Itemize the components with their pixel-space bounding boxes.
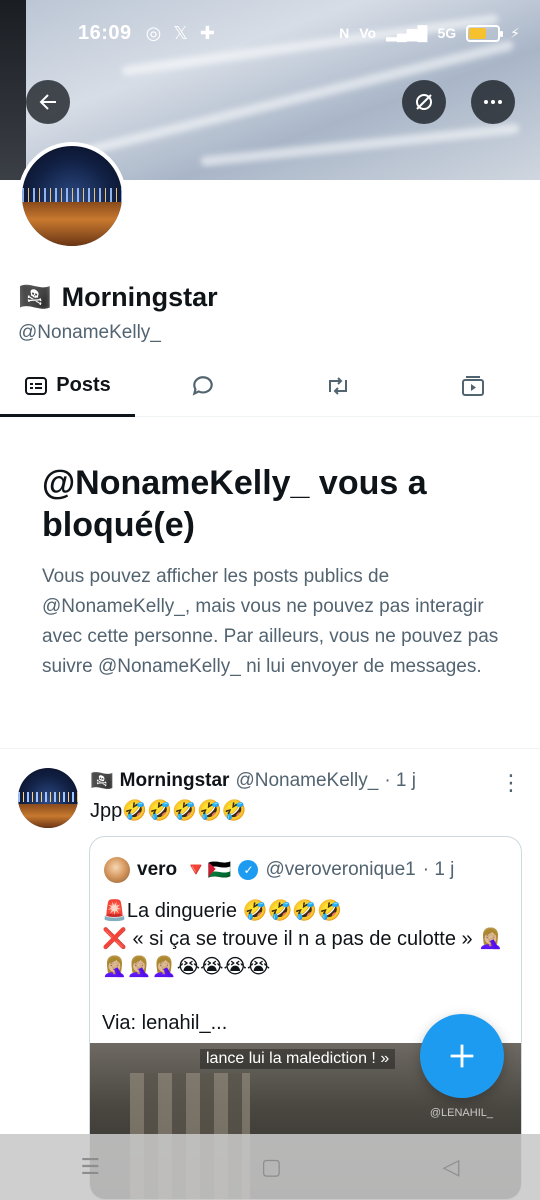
retweet-icon	[328, 376, 347, 395]
video-watermark: @LENAHIL_	[429, 1107, 493, 1119]
pirate-flag-icon: 🏴‍☠️	[18, 282, 52, 312]
status-time: 16:09	[78, 21, 132, 44]
tab-replies[interactable]	[135, 355, 270, 416]
nfc-icon: N	[339, 25, 350, 41]
post-handle[interactable]: @NonameKelly_	[235, 770, 378, 792]
verified-badge-icon: ✓	[238, 860, 259, 880]
post-text: Jpp🤣🤣🤣🤣🤣	[90, 800, 247, 822]
back-nav-icon[interactable]: ◁	[443, 1154, 460, 1180]
plus-icon: ✚	[199, 22, 215, 43]
volte-icon: Vo	[359, 25, 377, 41]
quoted-handle: @veroveronique1	[265, 859, 416, 880]
battery-icon	[466, 24, 504, 42]
hide-view-button[interactable]	[402, 80, 446, 124]
tab-media[interactable]	[405, 355, 540, 416]
profile-name: 🏴‍☠️ Morningstar	[18, 281, 218, 313]
notification-icons: ◎ 𝕏 ✚	[146, 23, 215, 44]
plus-icon	[450, 1044, 474, 1068]
recents-icon[interactable]: ☰	[80, 1154, 100, 1180]
quoted-header: vero 🔻🇵🇸 ✓ @veroveronique1 · 1 j	[104, 857, 454, 883]
blocked-title: @NonameKelly_ vous a bloqué(e)	[42, 464, 427, 544]
tab-retweets[interactable]	[270, 355, 405, 416]
post-time[interactable]: · 1 j	[384, 770, 416, 792]
quoted-time: · 1 j	[422, 859, 455, 880]
back-arrow-icon	[39, 94, 56, 110]
profile-name-text: Morningstar	[61, 281, 218, 312]
network-label: 5G	[437, 25, 457, 41]
blocked-message: Vous pouvez afficher les posts publics d…	[42, 566, 499, 677]
avatar-foreground	[22, 202, 122, 246]
system-icons: N Vo ▂▄▆█ 5G ⚡	[339, 24, 520, 42]
charging-icon: ⚡	[510, 24, 520, 41]
media-icon	[461, 375, 484, 396]
divider	[0, 748, 540, 749]
post-more-icon[interactable]: ⋮	[500, 770, 522, 796]
post-avatar[interactable]	[18, 768, 78, 828]
instagram-icon: ◎	[145, 22, 162, 43]
profile-avatar[interactable]	[18, 142, 126, 250]
quoted-flags: 🔻🇵🇸	[184, 860, 232, 881]
quoted-author: vero	[137, 859, 178, 880]
home-icon[interactable]: ▢	[261, 1154, 282, 1180]
tab-posts[interactable]: Posts	[0, 355, 135, 417]
banner-cloud	[200, 123, 520, 167]
post-header: 🏴‍☠️ Morningstar @NonameKelly_ · 1 j	[90, 769, 416, 793]
quoted-avatar	[104, 857, 130, 883]
tab-posts-label: Posts	[56, 374, 111, 396]
signal-icon: ▂▄▆█	[386, 24, 428, 41]
status-bar: 16:09 ◎ 𝕏 ✚ N Vo ▂▄▆█ 5G ⚡	[0, 0, 540, 66]
eye-slash-icon	[416, 94, 432, 110]
system-nav-bar: ☰ ▢ ◁	[0, 1134, 540, 1200]
more-button[interactable]	[471, 80, 515, 124]
more-dots-icon	[484, 100, 502, 104]
video-caption: lance lui la malediction ! »	[200, 1049, 396, 1069]
pirate-flag-icon: 🏴‍☠️	[90, 771, 114, 792]
replies-icon	[192, 375, 213, 396]
back-button[interactable]	[26, 80, 70, 124]
compose-button[interactable]	[420, 1014, 504, 1098]
posts-icon	[25, 376, 48, 395]
profile-tabs: Posts	[0, 355, 540, 417]
post-author[interactable]: Morningstar	[120, 770, 230, 792]
blocked-notice: @NonameKelly_ vous a bloqué(e) Vous pouv…	[42, 462, 502, 682]
profile-handle: @NonameKelly_	[18, 322, 161, 343]
x-icon: 𝕏	[173, 22, 188, 43]
